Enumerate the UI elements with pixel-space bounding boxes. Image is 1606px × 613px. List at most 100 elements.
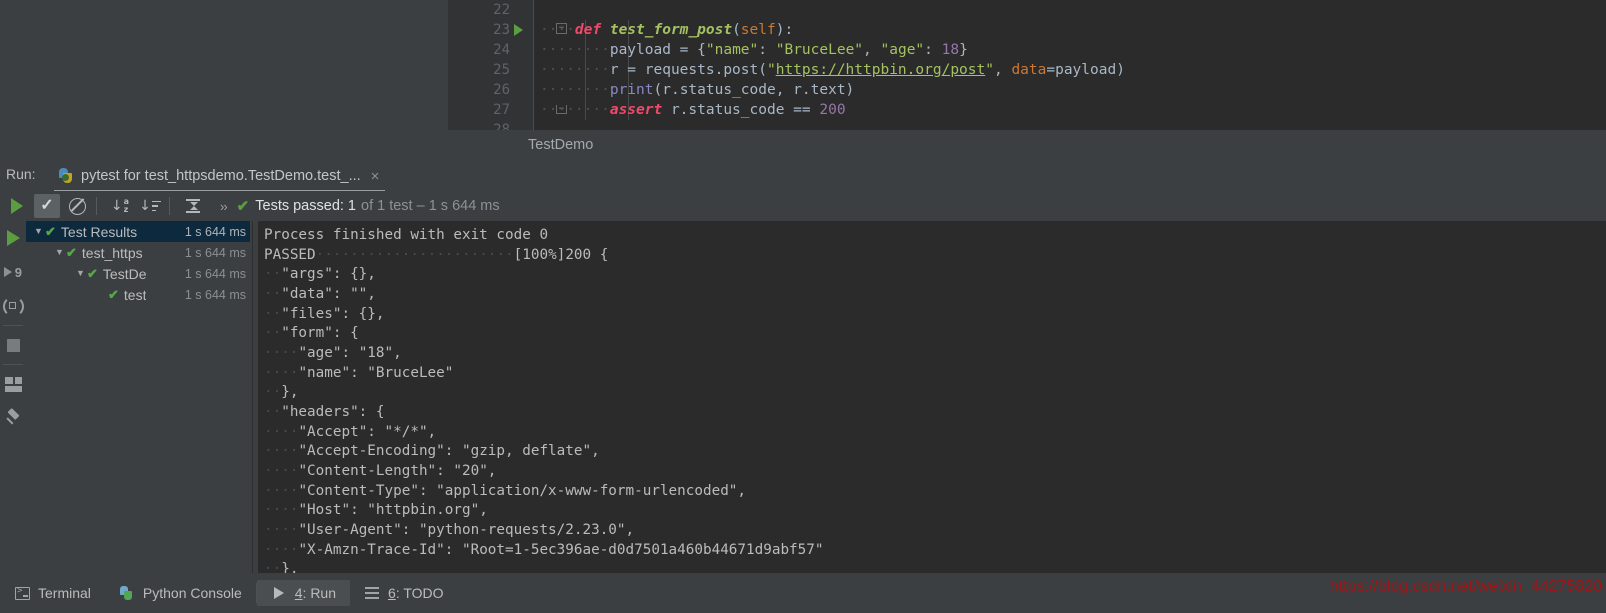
run-tab-title: pytest for test_httpsdemo.TestDemo.test_… xyxy=(81,168,361,184)
tree-console-splitter[interactable] xyxy=(250,221,258,573)
test-tree-label: Test Results xyxy=(60,223,138,240)
line-number: 23 xyxy=(493,22,510,38)
run-tool-window: Run: pytest for test_httpsdemo.TestDemo.… xyxy=(0,160,1606,573)
stop-button[interactable] xyxy=(0,328,26,362)
editor-horizontal-scrollbar-track[interactable] xyxy=(0,146,448,300)
test-tree-row[interactable]: ▼ ✔ Test Results 1 s 644 ms xyxy=(26,221,250,242)
test-duration: 1 s 644 ms xyxy=(184,266,246,281)
mute-breakpoints-button[interactable] xyxy=(64,194,90,218)
code-line[interactable]: 25 ········r = requests.post("https://htt… xyxy=(448,60,1606,80)
console-line: ····"Accept": "*/*", xyxy=(264,423,437,440)
status-bar-label: Python Console xyxy=(142,585,242,601)
code-text: ········assert r.status_code == 200 xyxy=(540,102,846,118)
console-line: ····"age": "18", xyxy=(264,344,402,361)
console-line: ····"User-Agent": "python-requests/2.23.… xyxy=(264,521,635,538)
pin-tab-button[interactable] xyxy=(0,401,26,435)
pin-icon xyxy=(5,407,21,426)
console-line: PASSED·······················[100%]200 { xyxy=(264,246,609,263)
rerun-failed-button[interactable]: 9 xyxy=(0,255,26,289)
console-line: ····"Accept-Encoding": "gzip, deflate", xyxy=(264,443,600,460)
line-number: 25 xyxy=(493,62,510,78)
test-tree-row[interactable]: ▼ ✔ test_https 1 s 644 ms xyxy=(26,242,250,263)
code-text: ········payload = {"name": "BruceLee", "… xyxy=(540,42,968,58)
play-icon xyxy=(11,198,23,214)
test-passed-icon: ✔ xyxy=(45,223,56,239)
status-bar-item-todo[interactable]: 6: TODO xyxy=(350,580,458,606)
pycharm-window: 22 23− ····def test_form_post(self): 24 ····… xyxy=(0,0,1606,613)
code-line[interactable]: 23− ····def test_form_post(self): xyxy=(448,20,1606,40)
code-text: ········print(r.status_code, r.text) xyxy=(540,82,855,98)
chevron-down-icon[interactable]: ▼ xyxy=(32,227,45,236)
test-tree-label: test xyxy=(123,286,147,303)
restart-button[interactable] xyxy=(0,289,26,323)
status-bar-label: Terminal xyxy=(38,585,91,601)
run-icon xyxy=(271,585,287,601)
toolbar-overflow-button[interactable]: ›› xyxy=(220,199,228,214)
run-test-gutter-icon[interactable] xyxy=(514,24,523,36)
code-editor[interactable]: 22 23− ····def test_form_post(self): 24 ····… xyxy=(448,0,1606,130)
test-results-tree[interactable]: ▼ ✔ Test Results 1 s 644 ms ▼ ✔ test_https 1 s … xyxy=(26,221,250,573)
layout-icon xyxy=(4,376,22,392)
console-line: ··"files": {}, xyxy=(264,305,385,322)
console-line: ····"Content-Length": "20", xyxy=(264,462,497,479)
chevron-down-icon[interactable]: ▼ xyxy=(74,269,87,278)
status-check-icon: ✔ xyxy=(236,198,250,215)
code-text: ········r = requests.post("https://httpb… xyxy=(540,62,1125,78)
run-label: Run: xyxy=(6,166,36,182)
sort-alphabetically-button[interactable]: ↓ a z xyxy=(107,194,133,218)
tree-horizontal-scrollbar-track[interactable] xyxy=(26,558,250,570)
chevron-down-icon[interactable]: ▼ xyxy=(53,248,66,257)
stop-icon xyxy=(6,338,20,352)
status-bar-item-run[interactable]: 4: Run xyxy=(256,580,351,606)
line-number: 24 xyxy=(493,42,510,58)
terminal-icon xyxy=(14,585,30,601)
editor-region: 22 23− ····def test_form_post(self): 24 ····… xyxy=(0,0,1606,300)
sort-by-duration-button[interactable]: ↓ xyxy=(137,194,163,218)
rerun-failed-icon: 9 xyxy=(4,264,22,280)
test-passed-icon: ✔ xyxy=(108,286,119,302)
status-bar-label: 6: TODO xyxy=(388,585,444,601)
breadcrumb-bar: TestDemo xyxy=(448,130,1606,160)
test-duration: 1 s 644 ms xyxy=(184,224,246,239)
console-output[interactable]: Process finished with exit code 0 PASSED·… xyxy=(258,221,1606,573)
status-bar-item-terminal[interactable]: Terminal xyxy=(0,580,105,606)
run-window-side-toolbar: 9 xyxy=(0,221,26,573)
code-line[interactable]: 26 ········print(r.status_code, r.text) xyxy=(448,80,1606,100)
test-tree-label: test_https xyxy=(81,244,143,261)
test-duration: 1 s 644 ms xyxy=(184,245,246,260)
console-line: ··"args": {}, xyxy=(264,266,376,283)
close-icon[interactable]: × xyxy=(371,169,380,184)
run-icon-button[interactable] xyxy=(0,221,26,255)
checkmark-icon: ✓ xyxy=(40,197,54,214)
rerun-button[interactable] xyxy=(4,194,30,218)
test-duration: 1 s 644 ms xyxy=(184,287,246,302)
code-line[interactable]: 28 xyxy=(448,120,1606,130)
expand-collapse-icon xyxy=(185,198,201,214)
sort-duration-icon: ↓ xyxy=(139,199,161,213)
console-line: ····"Host": "httpbin.org", xyxy=(264,502,488,519)
circle-slash-icon xyxy=(68,197,86,215)
sort-alpha-icon: ↓ a z xyxy=(110,197,130,214)
code-line[interactable]: 22 xyxy=(448,0,1606,20)
toolbar-divider-1 xyxy=(96,197,97,215)
console-line: ····"Content-Type": "application/x-www-f… xyxy=(264,482,747,499)
hide-passed-toggle[interactable]: ✓ xyxy=(34,194,60,218)
code-line[interactable]: 24 ········payload = {"name": "BruceLee",… xyxy=(448,40,1606,60)
test-tree-label: TestDe xyxy=(102,265,147,282)
restart-icon xyxy=(2,295,24,317)
status-bar-item-pythonconsole[interactable]: Python Console xyxy=(105,580,256,606)
breadcrumb[interactable]: TestDemo xyxy=(528,137,593,153)
layout-settings-button[interactable] xyxy=(0,367,26,401)
test-tree-row[interactable]: ▼ ✔ TestDe 1 s 644 ms xyxy=(26,263,250,284)
run-configuration-tab[interactable]: pytest for test_httpsdemo.TestDemo.test_… xyxy=(54,162,386,192)
line-number: 28 xyxy=(493,122,510,130)
run-icon xyxy=(6,230,20,246)
console-line: ····"name": "BruceLee" xyxy=(264,364,454,381)
expand-collapse-button[interactable] xyxy=(180,194,206,218)
code-line[interactable]: 27− ········assert r.status_code == 200 xyxy=(448,100,1606,120)
watermark: https://blog.csdn.net/weixin_44275820 xyxy=(1329,578,1602,595)
console-line: ··"form": { xyxy=(264,325,359,342)
test-tree-row[interactable]: ✔ test 1 s 644 ms xyxy=(26,284,250,305)
line-number: 26 xyxy=(493,82,510,98)
console-line: ··}, xyxy=(264,384,299,401)
